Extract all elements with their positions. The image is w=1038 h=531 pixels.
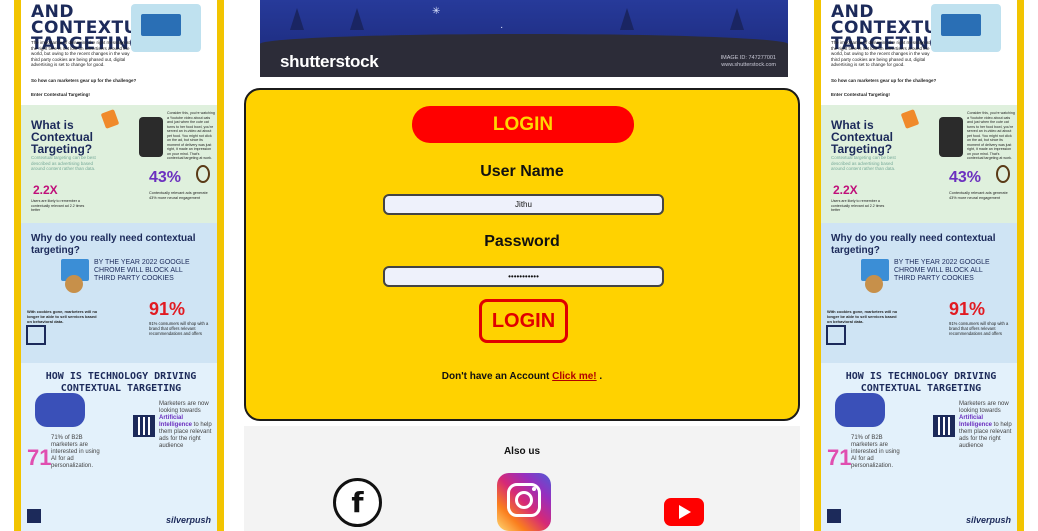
phone-icon	[939, 117, 963, 157]
shutterstock-logo: shutterstock	[280, 52, 379, 71]
qr-code-icon	[827, 509, 841, 523]
password-input[interactable]	[383, 266, 664, 287]
banner-image: ✳ · shutterstock IMAGE ID: 747277001 www…	[260, 0, 788, 77]
lightbulb-icon	[996, 165, 1010, 183]
username-label: User Name	[480, 163, 564, 180]
username-input[interactable]	[383, 194, 664, 215]
qr-chip-icon	[133, 415, 155, 437]
tree-icon	[730, 8, 744, 30]
ai-brain-icon	[835, 393, 885, 427]
instagram-icon[interactable]	[497, 473, 551, 531]
brand-logo: silverpush	[965, 515, 1011, 525]
price-tag-icon	[100, 109, 120, 129]
chart-illustration-icon	[131, 4, 201, 52]
login-button[interactable]: LOGIN	[479, 299, 568, 343]
chart-illustration-icon	[931, 4, 1001, 52]
snowflake-icon: ✳	[432, 6, 441, 17]
youtube-icon[interactable]	[664, 498, 704, 526]
chart-icon	[826, 325, 846, 345]
facebook-icon[interactable]: f	[333, 478, 382, 527]
login-form: LOGIN User Name Password LOGIN Don't hav…	[244, 88, 800, 421]
ai-brain-icon	[35, 393, 85, 427]
left-infographic-panel: AND CONTEXTUAL TARGETING The importance …	[14, 0, 224, 531]
price-tag-icon	[900, 109, 920, 129]
chart-icon	[26, 325, 46, 345]
tree-icon	[350, 8, 364, 30]
snowflake-icon: ·	[500, 22, 504, 33]
right-infographic-panel: AND CONTEXTUAL TARGETING The importance …	[814, 0, 1024, 531]
qr-code-icon	[27, 509, 41, 523]
signup-link[interactable]: Click me!	[552, 371, 596, 382]
tree-icon	[290, 8, 304, 30]
social-heading: Also us	[503, 446, 541, 457]
phone-icon	[139, 117, 163, 157]
lightbulb-icon	[196, 165, 210, 183]
social-section: Also us f	[244, 426, 800, 531]
password-label: Password	[484, 233, 560, 250]
infographic-image: AND CONTEXTUAL TARGETING The importance …	[21, 0, 217, 531]
image-id-text: IMAGE ID: 747277001 www.shutterstock.com	[720, 55, 776, 68]
signup-prompt: Don't have an Account Click me! .	[441, 371, 603, 382]
cookie-icon	[65, 275, 83, 293]
infographic-image: AND CONTEXTUAL TARGETING The importance …	[821, 0, 1017, 531]
login-heading: LOGIN	[412, 106, 634, 143]
tree-icon	[620, 8, 634, 30]
cookie-icon	[865, 275, 883, 293]
qr-chip-icon	[933, 415, 955, 437]
brand-logo: silverpush	[165, 515, 211, 525]
